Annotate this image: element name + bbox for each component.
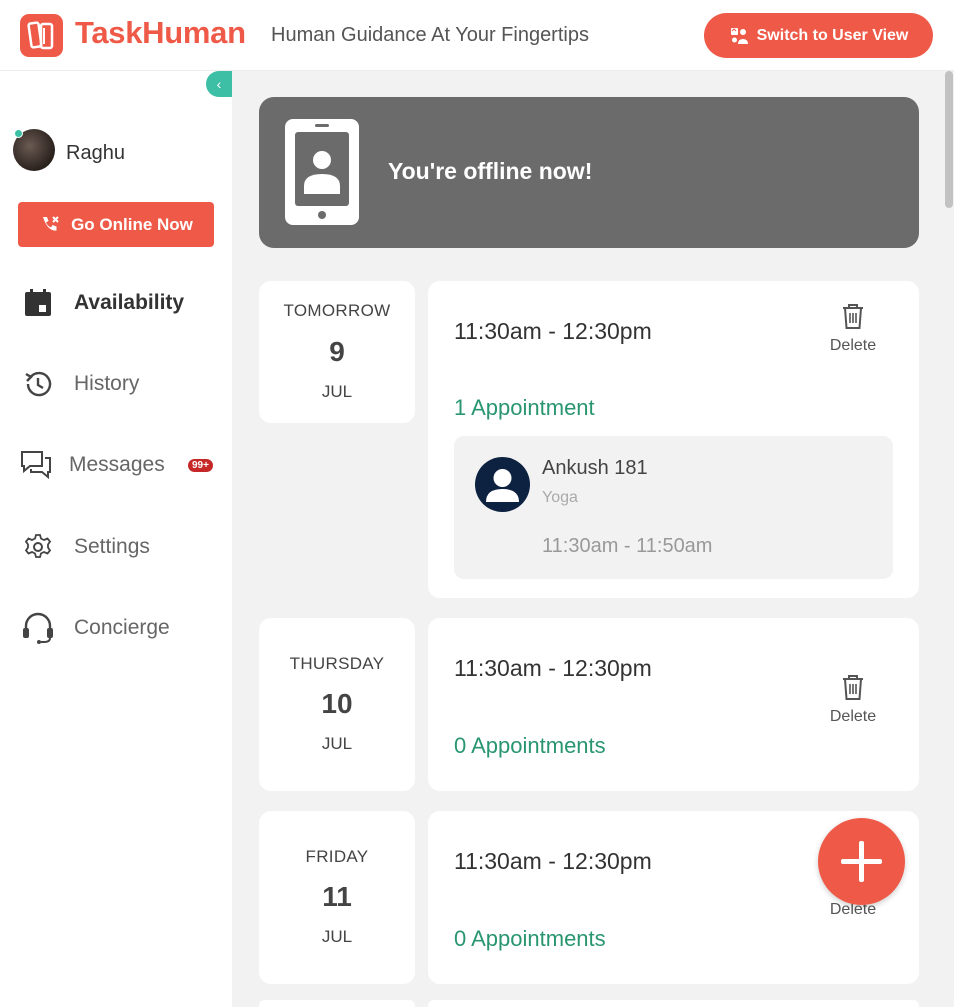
sidebar-item-history[interactable]: History	[0, 359, 232, 409]
date-day: THURSDAY	[289, 654, 385, 673]
appointment-count[interactable]: 0 Appointments	[454, 926, 606, 952]
sidebar-item-label: Availability	[74, 291, 185, 314]
slot-time: 11:30am - 12:30pm	[454, 318, 652, 344]
switch-to-user-view-button[interactable]: Switch to User View	[704, 13, 933, 58]
date-card: THURSDAY 10 JUL	[259, 618, 415, 791]
sidebar-item-label: Settings	[74, 535, 150, 558]
date-month: JUL	[321, 734, 353, 753]
chat-icon	[18, 447, 54, 483]
brand-name[interactable]: TaskHuman	[75, 15, 246, 51]
date-number: 9	[329, 336, 345, 367]
slot-card: 11:30am - 12:30pm 0 Appointments Delete	[428, 618, 919, 791]
delete-button[interactable]: Delete	[808, 672, 898, 726]
history-icon	[20, 366, 56, 402]
next-slot-card	[428, 1000, 919, 1007]
delete-label: Delete	[829, 337, 877, 354]
appointment-name: Ankush 181	[542, 457, 648, 479]
calendar-icon	[20, 285, 56, 321]
top-header: TaskHuman Human Guidance At Your Fingert…	[0, 0, 954, 71]
appointment-category: Yoga	[542, 489, 578, 506]
gear-icon	[20, 529, 56, 565]
date-day: TOMORROW	[283, 301, 391, 320]
next-date-card	[259, 1000, 415, 1007]
date-number: 11	[322, 881, 352, 912]
trash-icon	[843, 304, 863, 329]
chevron-left-icon: ‹	[216, 76, 222, 92]
phone-user-icon	[285, 119, 359, 225]
taskhuman-logo-icon[interactable]	[20, 14, 63, 57]
user-avatar-icon	[475, 457, 530, 512]
appointment-count[interactable]: 1 Appointment	[454, 395, 595, 421]
offline-banner: You're offline now!	[259, 97, 919, 248]
collapse-sidebar-button[interactable]: ‹	[206, 71, 232, 97]
delete-button[interactable]: Delete	[808, 301, 898, 355]
date-number: 10	[321, 688, 353, 719]
appointment-count[interactable]: 0 Appointments	[454, 733, 606, 759]
date-month: JUL	[321, 927, 353, 946]
sidebar-item-messages[interactable]: Messages 99+	[0, 440, 232, 490]
appointment-time: 11:30am - 11:50am	[542, 535, 713, 557]
sidebar-item-label: History	[74, 372, 140, 395]
sidebar-item-concierge[interactable]: Concierge	[0, 603, 232, 653]
appointment-item[interactable]: Ankush 181 Yoga 11:30am - 11:50am	[454, 436, 893, 579]
scrollbar-thumb[interactable]	[945, 71, 953, 208]
status-dot	[14, 129, 23, 138]
username: Raghu	[66, 142, 125, 164]
unread-badge: 99+	[188, 458, 213, 472]
go-online-label: Go Online Now	[71, 214, 193, 234]
date-card: FRIDAY 11 JUL	[259, 811, 415, 984]
trash-icon	[843, 675, 863, 700]
slot-card: 11:30am - 12:30pm 1 Appointment Delete A…	[428, 281, 919, 598]
headset-icon	[20, 610, 56, 646]
slot-time: 11:30am - 12:30pm	[454, 655, 652, 681]
phone-missed-icon	[43, 215, 59, 231]
delete-label: Delete	[829, 708, 877, 725]
slot-time: 11:30am - 12:30pm	[454, 848, 652, 874]
date-card: TOMORROW 9 JUL	[259, 281, 415, 423]
offline-message: You're offline now!	[388, 158, 593, 184]
switch-user-icon	[730, 27, 748, 44]
sidebar-item-settings[interactable]: Settings	[0, 522, 232, 572]
date-month: JUL	[321, 382, 353, 401]
go-online-button[interactable]: Go Online Now	[18, 202, 214, 247]
add-slot-button[interactable]	[818, 818, 905, 905]
switch-label: Switch to User View	[756, 26, 909, 44]
tagline: Human Guidance At Your Fingertips	[271, 24, 589, 46]
scrollbar[interactable]	[944, 71, 954, 1007]
sidebar-item-label: Concierge	[74, 616, 170, 639]
date-day: FRIDAY	[305, 847, 369, 866]
sidebar-item-label: Messages	[69, 453, 165, 476]
sidebar: ‹ Raghu Go Online Now Availability Histo…	[0, 71, 232, 1007]
sidebar-item-availability[interactable]: Availability	[0, 278, 232, 328]
